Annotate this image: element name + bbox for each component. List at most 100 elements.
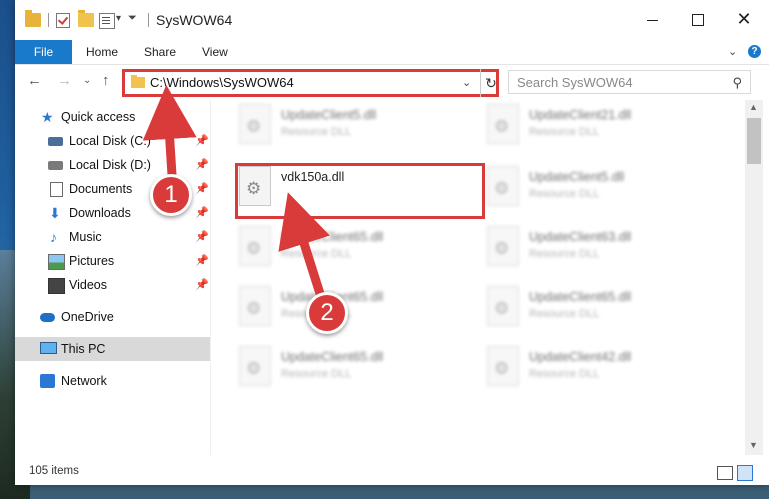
pin-icon[interactable]: 📌 [195,225,209,249]
recent-locations-chevron-icon[interactable]: ⌄ [83,75,91,86]
item-count: 105 items [29,465,79,477]
status-bar: 105 items [15,458,769,485]
file-type: Resource DLL [281,126,352,138]
file-type: Resource DLL [529,126,600,138]
address-bar[interactable]: C:\Windows\SysWOW64 ⌄ ↻ [122,69,499,97]
sidebar-item-label: Videos [69,278,107,292]
star-icon: ★ [41,109,54,125]
file-item[interactable]: UpdateClient21.dll Resource DLL [477,100,677,152]
file-name: UpdateClient5.dll [529,170,625,184]
maximize-icon [692,14,704,27]
file-item[interactable]: UpdateClient65.dll Resource DLL [229,222,429,274]
tab-file[interactable]: File [15,40,72,64]
dll-file-icon [487,104,519,144]
onedrive-icon [40,313,55,322]
scroll-thumb[interactable] [747,118,761,164]
minimize-button[interactable] [629,0,675,40]
close-button[interactable]: ✕ [721,0,767,40]
drive-icon [48,161,63,170]
file-name: vdk150a.dll [281,170,345,184]
search-box[interactable]: Search SysWOW64 ⚲ [508,70,751,94]
videos-icon [48,278,65,294]
pin-icon[interactable]: 📌 [195,249,209,273]
customize-toolbar-icon[interactable]: ⏷ [128,12,137,25]
large-icons-view-icon[interactable] [737,465,753,481]
sidebar-item-local-disk-d[interactable]: Local Disk (D:) 📌 [15,153,210,177]
dll-file-icon [239,346,271,386]
sidebar-item-videos[interactable]: Videos 📌 [15,273,210,297]
quick-access-dropdown-icon[interactable]: ▾ [116,13,121,24]
file-item[interactable]: UpdateClient5.dll Resource DLL [477,162,677,214]
tab-home[interactable]: Home [86,40,118,64]
address-dropdown-icon[interactable]: ⌄ [462,76,471,89]
sidebar-item-local-disk-c[interactable]: Local Disk (C:) 📌 [15,129,210,153]
pin-icon[interactable]: 📌 [195,129,209,153]
file-item[interactable]: UpdateClient5.dll Resource DLL [229,100,429,152]
pin-icon[interactable]: 📌 [195,273,209,297]
sidebar-item-this-pc[interactable]: This PC [15,337,210,361]
pictures-icon [48,254,65,270]
search-icon[interactable]: ⚲ [732,75,742,91]
documents-icon [50,182,63,197]
file-type: Resource DLL [529,248,600,260]
up-arrow-icon[interactable]: ↑ [102,72,110,89]
navigation-pane: ★ Quick access Local Disk (C:) 📌 Local D… [15,100,210,455]
title-divider [148,13,149,27]
back-arrow-icon[interactable]: ← [27,72,42,89]
file-item[interactable]: UpdateClient65.dll Resource DLL [229,342,429,394]
vertical-scrollbar[interactable]: ▲ ▼ [745,100,763,455]
file-name: UpdateClient21.dll [529,108,632,122]
dll-file-icon [239,104,271,144]
sidebar-item-label: Music [69,230,102,244]
tab-view[interactable]: View [202,40,228,64]
network-icon [40,374,55,388]
dll-file-icon [239,286,271,326]
scroll-up-icon[interactable]: ▲ [749,102,758,112]
file-name: UpdateClient65.dll [281,230,384,244]
music-icon: ♪ [50,229,57,245]
sidebar-item-pictures[interactable]: Pictures 📌 [15,249,210,273]
step-badge-2: 2 [306,292,348,334]
help-icon[interactable]: ? [748,45,761,58]
refresh-icon[interactable]: ↻ [480,69,501,97]
forward-arrow-icon[interactable]: → [57,72,72,89]
minimize-icon [646,19,658,21]
file-item[interactable]: UpdateClient63.dll Resource DLL [477,222,677,274]
file-item[interactable]: UpdateClient65.dll Resource DLL [477,282,677,334]
maximize-button[interactable] [675,0,721,40]
properties-check-icon[interactable] [56,13,70,28]
address-row: ← → ⌄ ↑ C:\Windows\SysWOW64 ⌄ ↻ Search S… [15,65,769,97]
search-input[interactable]: Search SysWOW64 [517,75,633,90]
sidebar-item-label: Local Disk (C:) [69,134,151,148]
sidebar-item-quick-access[interactable]: ★ Quick access [15,105,210,129]
title-bar: ▾ ⏷ SysWOW64 ✕ [15,0,769,40]
sidebar-item-music[interactable]: ♪ Music 📌 [15,225,210,249]
file-item[interactable]: UpdateClient42.dll Resource DLL [477,342,677,394]
file-name: UpdateClient42.dll [529,350,632,364]
address-path[interactable]: C:\Windows\SysWOW64 [150,75,294,90]
details-view-icon[interactable] [717,466,733,480]
new-folder-icon[interactable] [78,10,94,27]
dll-file-icon [487,346,519,386]
file-item-vdk150a[interactable]: vdk150a.dll [229,162,429,214]
rename-icon[interactable] [99,13,115,29]
scroll-down-icon[interactable]: ▼ [749,440,758,450]
sidebar-item-network[interactable]: Network [15,369,210,393]
dll-file-icon [239,166,271,206]
downloads-icon: ⬇ [49,205,61,221]
pc-icon [40,342,57,354]
chevron-down-icon[interactable]: ⌄ [728,45,737,58]
sidebar-item-label: This PC [61,342,106,356]
file-type: Resource DLL [281,248,352,260]
ribbon-tabs: File Home Share View ⌄ ? [15,40,769,65]
pin-icon[interactable]: 📌 [195,177,209,201]
pin-icon[interactable]: 📌 [195,201,209,225]
file-type: Resource DLL [529,188,600,200]
sidebar-item-label: Network [61,374,107,388]
close-icon: ✕ [736,9,752,30]
sidebar-item-label: OneDrive [61,310,114,324]
tab-share[interactable]: Share [144,40,176,64]
pin-icon[interactable]: 📌 [195,153,209,177]
file-name: UpdateClient65.dll [281,350,384,364]
sidebar-item-onedrive[interactable]: OneDrive [15,305,210,329]
